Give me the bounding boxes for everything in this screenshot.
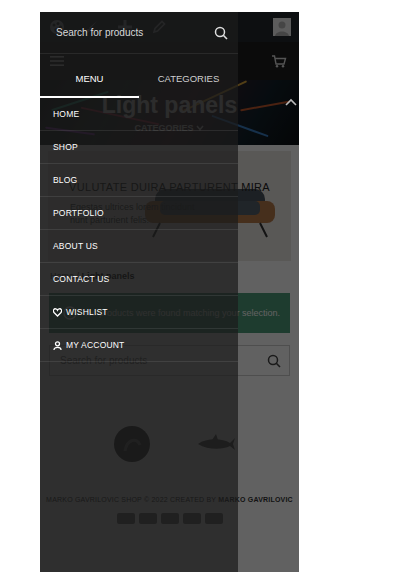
mobile-menu: MENU CATEGORIES HOME SHOP BLOG PORTFOLIO ABOUT… [40, 12, 238, 572]
menu-item[interactable]: PORTFOLIO [40, 197, 238, 230]
menu-tab[interactable]: CATEGORIES [139, 60, 238, 98]
menu-tab-label: CATEGORIES [158, 73, 220, 84]
menu-item[interactable]: ABOUT US [40, 230, 238, 263]
menu-search [40, 12, 238, 54]
page: Light panelsCATEGORIESVULUTATE DUIRA PAR… [40, 12, 299, 572]
search-icon[interactable] [214, 26, 228, 40]
menu-tab-label: MENU [76, 73, 104, 84]
menu-item[interactable]: BLOG [40, 164, 238, 197]
menu-item-label: CONTACT US [53, 274, 109, 284]
menu-item-label: WISHLIST [66, 307, 108, 317]
scroll-up-icon[interactable] [285, 98, 297, 106]
menu-item-label: ABOUT US [53, 241, 98, 251]
menu-item[interactable]: CONTACT US [40, 263, 238, 296]
menu-item-label: HOME [53, 109, 79, 119]
menu-tab[interactable]: MENU [40, 60, 139, 98]
menu-item-label: BLOG [53, 175, 77, 185]
menu-item[interactable]: HOME [40, 98, 238, 131]
menu-item-label: PORTFOLIO [53, 208, 104, 218]
menu-item-label: MY ACCOUNT [66, 340, 125, 350]
menu-search-input[interactable] [54, 26, 214, 39]
menu-tabs: MENU CATEGORIES [40, 60, 238, 98]
user-icon [53, 341, 62, 350]
heart-icon [53, 308, 62, 317]
menu-item-label: SHOP [53, 142, 78, 152]
menu-item[interactable]: WISHLIST [40, 296, 238, 329]
menu-item[interactable]: SHOP [40, 131, 238, 164]
menu-item[interactable]: MY ACCOUNT [40, 329, 238, 362]
